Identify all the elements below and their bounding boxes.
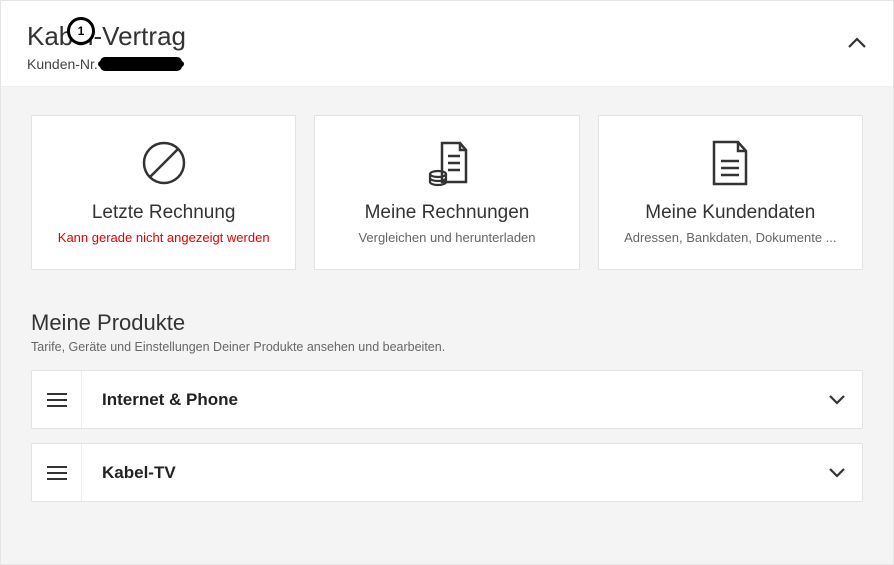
chevron-up-icon <box>847 37 867 49</box>
card-title: Letzte Rechnung <box>92 202 236 224</box>
panel-header: 1 Kabel-Vertrag Kunden-Nr. <box>1 1 893 87</box>
card-title: Meine Kundendaten <box>645 202 815 224</box>
badge-counter: 1 <box>67 17 95 45</box>
card-last-invoice[interactable]: Letzte Rechnung Kann gerade nicht angeze… <box>31 115 296 270</box>
drag-handle[interactable] <box>32 371 82 428</box>
card-title: Meine Rechnungen <box>365 202 530 224</box>
panel-body: Letzte Rechnung Kann gerade nicht angeze… <box>1 87 893 564</box>
section-title: Meine Produkte <box>31 310 863 336</box>
products-section: Meine Produkte Tarife, Geräte und Einste… <box>31 310 863 502</box>
page-title: Kabel-Vertrag <box>27 21 186 52</box>
card-customer-data[interactable]: Meine Kundendaten Adressen, Bankdaten, D… <box>598 115 863 270</box>
prohibit-icon <box>141 138 187 188</box>
expand-toggle[interactable] <box>812 467 862 478</box>
customer-number-redacted <box>100 57 182 71</box>
customer-number-label: Kunden-Nr. <box>27 56 98 72</box>
drag-handle[interactable] <box>32 444 82 501</box>
invoices-icon <box>422 138 472 188</box>
chevron-down-icon <box>828 394 846 405</box>
expand-toggle[interactable] <box>812 394 862 405</box>
menu-icon <box>47 466 67 480</box>
chevron-down-icon <box>828 467 846 478</box>
product-kabel-tv[interactable]: Kabel-TV <box>31 443 863 502</box>
menu-icon <box>47 393 67 407</box>
product-internet-phone[interactable]: Internet & Phone <box>31 370 863 429</box>
card-subtitle: Adressen, Bankdaten, Dokumente ... <box>624 230 836 245</box>
card-my-invoices[interactable]: Meine Rechnungen Vergleichen und herunte… <box>314 115 579 270</box>
section-subtitle: Tarife, Geräte und Einstellungen Deiner … <box>31 340 863 354</box>
product-label: Internet & Phone <box>82 390 812 410</box>
document-icon <box>710 138 750 188</box>
info-cards-row: Letzte Rechnung Kann gerade nicht angeze… <box>31 115 863 270</box>
product-label: Kabel-TV <box>82 463 812 483</box>
card-subtitle: Kann gerade nicht angezeigt werden <box>58 230 270 245</box>
header-left: 1 Kabel-Vertrag Kunden-Nr. <box>27 21 186 72</box>
products-accordion-list: Internet & Phone <box>31 370 863 502</box>
card-subtitle: Vergleichen und herunterladen <box>358 230 535 245</box>
customer-number-line: Kunden-Nr. <box>27 56 186 72</box>
contract-panel: 1 Kabel-Vertrag Kunden-Nr. <box>0 0 894 565</box>
collapse-toggle[interactable] <box>847 37 867 49</box>
